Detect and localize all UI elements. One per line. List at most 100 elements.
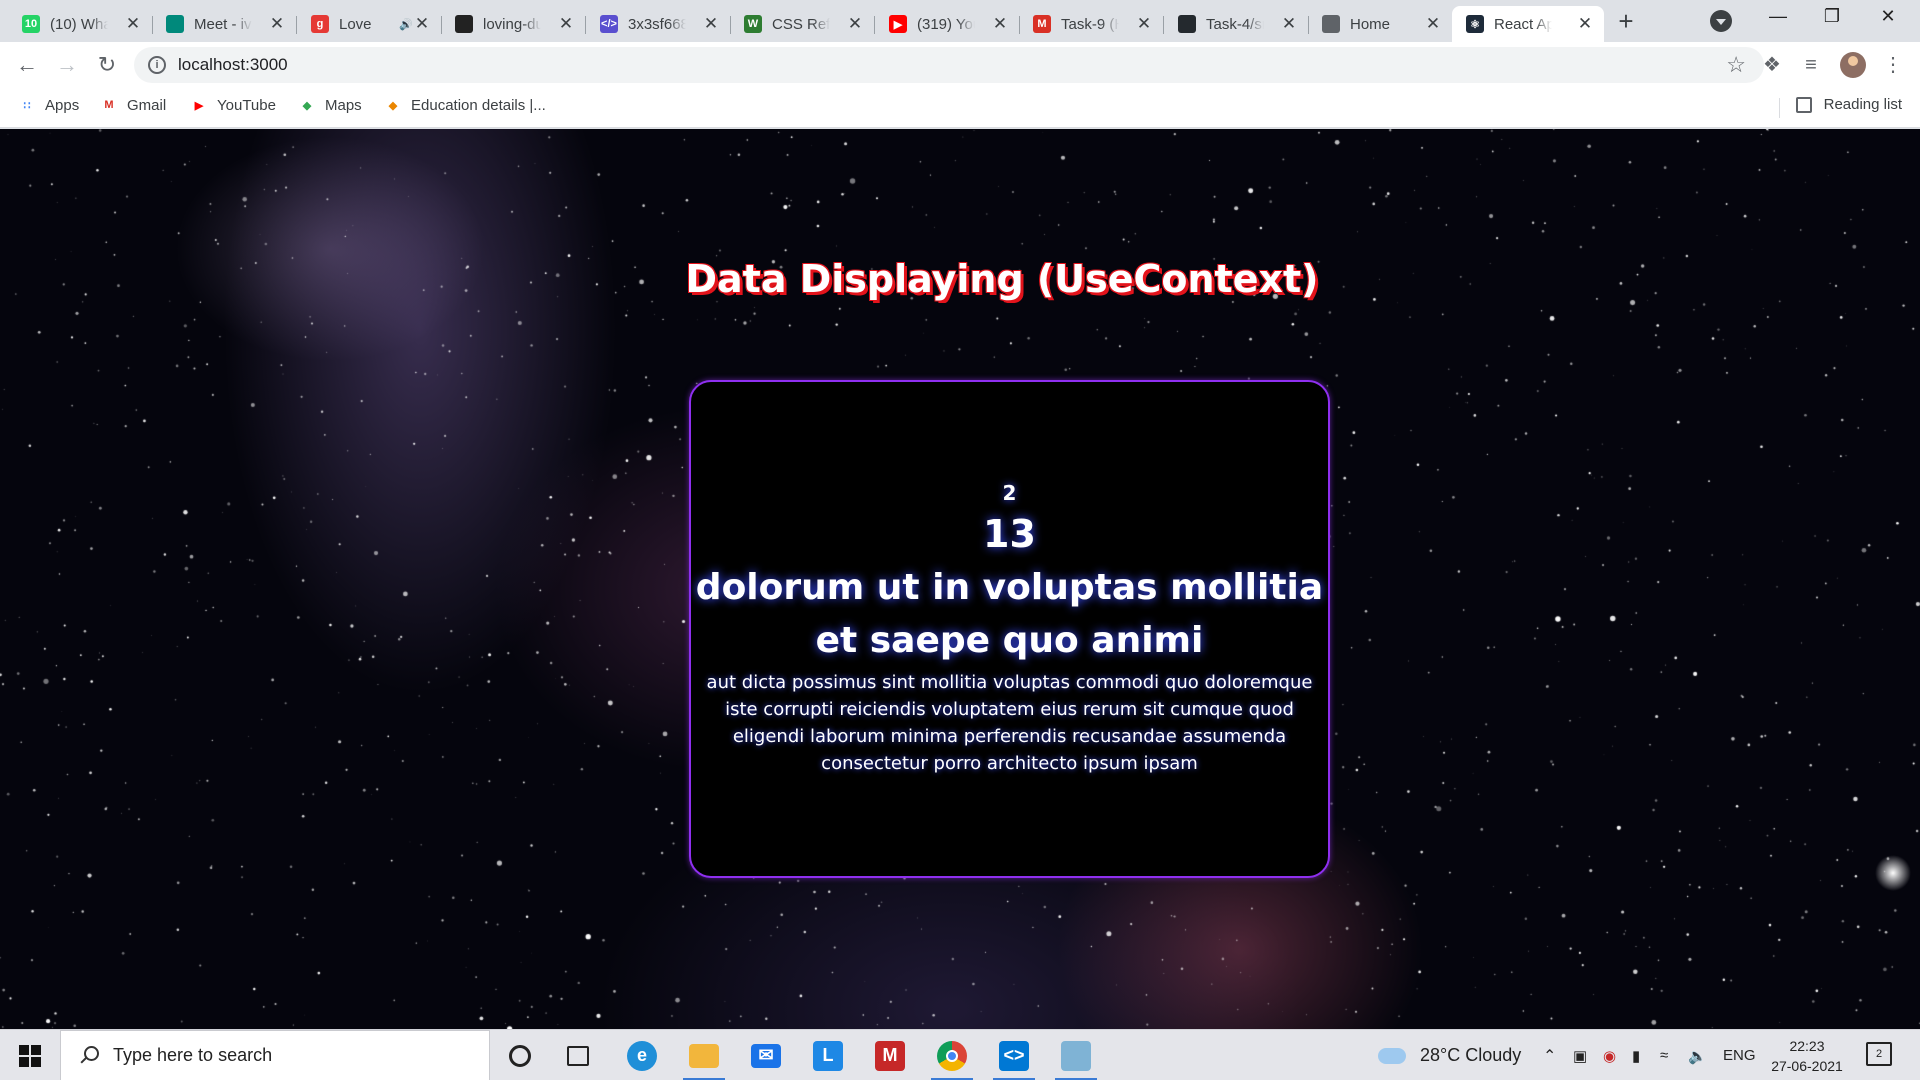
tab-close-icon[interactable]: ✕ — [1280, 14, 1298, 34]
user-id: 2 — [1002, 481, 1017, 505]
start-button[interactable] — [0, 1030, 60, 1080]
bookmark-1[interactable]: M Gmail — [100, 96, 166, 114]
taskbar-clock[interactable]: 22:23 27-06-2021 — [1762, 1036, 1852, 1076]
tab-title: Love — [339, 15, 372, 33]
tab-close-icon[interactable]: ✕ — [124, 14, 142, 34]
forward-icon[interactable]: → — [53, 51, 81, 79]
tab-title: Task-4/sr — [1206, 15, 1264, 33]
clock-date: 27-06-2021 — [1771, 1058, 1843, 1074]
cloud-icon — [1378, 1047, 1406, 1064]
tab-close-icon[interactable]: ✕ — [1135, 14, 1153, 34]
gmail-icon: M — [1033, 15, 1051, 33]
reading-list-label: Reading list — [1823, 96, 1902, 113]
tab-strip: 10(10) WhatsApp✕Meet - ivb✕gLove🔊✕loving… — [0, 0, 1920, 42]
address-bar[interactable]: i localhost:3000 ☆ — [134, 47, 1764, 83]
site-info-icon[interactable]: i — [148, 56, 166, 74]
weather-text: 28°C Cloudy — [1420, 1045, 1522, 1065]
mcafee-icon[interactable]: M — [861, 1030, 919, 1080]
tab-close-icon[interactable]: ✕ — [1424, 14, 1442, 34]
search-placeholder: Type here to search — [113, 1045, 273, 1065]
edit-doc-icon: ◆ — [388, 99, 398, 112]
bookmark-3[interactable]: ◆ Maps — [298, 96, 362, 114]
cortana-icon[interactable] — [491, 1030, 549, 1080]
notepad-icon[interactable] — [1047, 1030, 1105, 1080]
extensions-icon[interactable]: ❖ — [1760, 53, 1784, 77]
task-view-icon[interactable] — [549, 1030, 607, 1080]
reading-list-icon — [1795, 96, 1812, 113]
edge-icon[interactable]: e — [613, 1030, 671, 1080]
browser-toolbar: ← → ↻ i localhost:3000 ☆ ❖ ≡ ⋮ — [0, 42, 1920, 88]
notification-center-icon[interactable]: 2 — [1866, 1042, 1892, 1066]
tab-close-icon[interactable]: ✕ — [413, 14, 431, 34]
tray-device-icon[interactable]: ▣ — [1573, 1030, 1587, 1080]
chrome-icon[interactable] — [923, 1030, 981, 1080]
url-text[interactable]: localhost:3000 — [178, 55, 288, 75]
tab-title: CSS Refer — [772, 15, 830, 33]
bookmark-star-icon[interactable]: ☆ — [1726, 52, 1746, 78]
w-icon: W — [744, 15, 762, 33]
more-menu-icon[interactable]: ⋮ — [1881, 53, 1905, 77]
tab-close-icon[interactable]: ✕ — [557, 14, 575, 34]
tab-8[interactable]: Task-4/sr ✕ — [1164, 6, 1309, 42]
tab-7[interactable]: M Task-9 (H ✕ — [1019, 6, 1164, 42]
close-window-icon[interactable]: ✕ — [1870, 6, 1906, 32]
taskbar-search-box[interactable]: Type here to search — [60, 1030, 490, 1080]
maximize-icon[interactable]: ❐ — [1814, 6, 1850, 32]
bookmark-2[interactable]: ▶ YouTube — [190, 96, 276, 114]
reading-list-button[interactable]: Reading list — [1795, 96, 1902, 113]
tray-chevron-icon[interactable]: ⌃ — [1543, 1030, 1556, 1080]
tab-close-icon[interactable]: ✕ — [702, 14, 720, 34]
tab-5[interactable]: W CSS Refer ✕ — [730, 6, 875, 42]
tab-close-icon[interactable]: ✕ — [268, 14, 286, 34]
back-icon[interactable]: ← — [13, 51, 41, 79]
tray-security-icon[interactable]: ◉ — [1603, 1030, 1616, 1080]
tab-title: (10) WhatsApp — [50, 15, 108, 33]
language-indicator[interactable]: ENG — [1723, 1030, 1756, 1080]
bookmark-label: Education details |... — [411, 96, 546, 114]
new-tab-button[interactable]: + — [1612, 8, 1640, 36]
page-viewport: Data Displaying (UseContext) 2 13 doloru… — [0, 129, 1920, 1029]
tab-4[interactable]: </> 3x3sf668 ✕ — [586, 6, 731, 42]
file-explorer-icon[interactable] — [675, 1030, 733, 1080]
tab-6[interactable]: ▶ (319) You ✕ — [875, 6, 1020, 42]
bookmark-label: Maps — [325, 96, 362, 114]
code-icon: </> — [600, 15, 618, 33]
media-control-icon[interactable]: ≡ — [1799, 53, 1823, 77]
mail-icon[interactable]: ✉ — [737, 1030, 795, 1080]
tab-close-icon[interactable]: ✕ — [846, 14, 864, 34]
l-app-icon[interactable]: L — [799, 1030, 857, 1080]
g-icon: g — [311, 15, 329, 33]
reload-icon[interactable]: ↻ — [93, 51, 121, 79]
tab-audio-icon[interactable]: 🔊 — [399, 18, 413, 31]
wifi-icon[interactable]: ≈ — [1660, 1030, 1668, 1080]
bookmark-4[interactable]: ◆ Education details |... — [384, 96, 546, 114]
bookmark-label: Apps — [45, 96, 80, 114]
tab-9[interactable]: Home ✕ — [1308, 6, 1453, 42]
tab-close-icon[interactable]: ✕ — [1576, 14, 1594, 34]
search-icon — [79, 1045, 99, 1066]
tab-title: 3x3sf668 — [628, 15, 686, 33]
tab-10[interactable]: ⚛ React App ✕ — [1452, 6, 1604, 42]
tab-title: Home — [1350, 15, 1391, 33]
tab-1[interactable]: Meet - ivb ✕ — [152, 6, 297, 42]
youtube-icon: ▶ — [194, 99, 204, 112]
weather-widget[interactable]: 28°C Cloudy — [1378, 1030, 1521, 1080]
battery-icon[interactable]: ▮ — [1632, 1030, 1640, 1080]
gmail-icon: M — [104, 99, 114, 111]
tab-3[interactable]: loving-du ✕ — [441, 6, 586, 42]
vscode-icon[interactable]: <> — [985, 1030, 1043, 1080]
google-meet-icon — [166, 15, 184, 33]
tab-2[interactable]: g Love 🔊 ✕ — [297, 6, 442, 42]
tab-title: loving-du — [483, 15, 541, 33]
post-id: 13 — [983, 512, 1036, 556]
profile-avatar[interactable] — [1840, 52, 1866, 78]
tab-search-icon[interactable] — [1710, 10, 1732, 32]
volume-icon[interactable]: 🔈 — [1688, 1030, 1707, 1080]
github-icon — [1178, 15, 1196, 33]
minimize-icon[interactable]: — — [1760, 6, 1796, 32]
codesandbox-icon — [455, 15, 473, 33]
tab-0[interactable]: 10 (10) WhatsApp ✕ — [8, 6, 153, 42]
bookmark-0[interactable]: ∷ Apps — [18, 96, 80, 114]
tab-close-icon[interactable]: ✕ — [991, 14, 1009, 34]
maps-icon: ◆ — [302, 99, 312, 112]
